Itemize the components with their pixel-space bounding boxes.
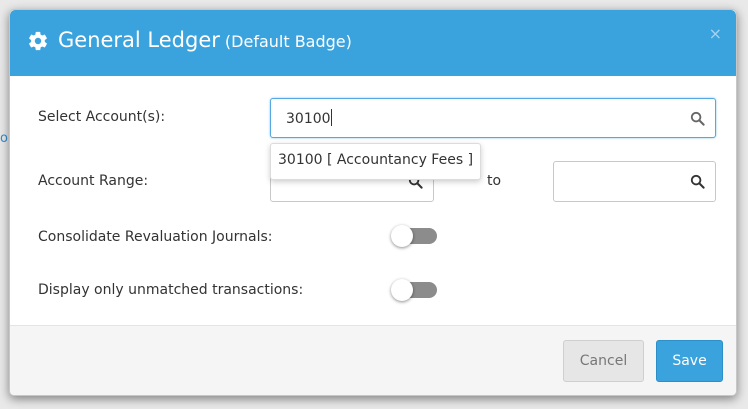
autocomplete-option[interactable]: 30100 [ Accountancy Fees ] [270,143,482,180]
dialog-title: General Ledger (Default Badge) [58,28,352,52]
dialog-subtitle: (Default Badge) [224,32,352,51]
toggle-knob [391,279,413,301]
select-accounts-value: 30100 [286,111,331,127]
save-button[interactable]: Save [656,340,723,382]
account-range-to-input[interactable] [553,161,716,202]
cancel-button[interactable]: Cancel [563,340,644,382]
close-icon[interactable]: × [709,26,722,42]
consolidate-revaluation-toggle[interactable] [391,225,437,247]
background-partial-text: o [0,131,8,146]
toggle-knob [391,225,413,247]
account-range-label: Account Range: [38,173,149,189]
gear-icon [29,31,47,51]
select-accounts-input[interactable]: 30100 [270,98,716,138]
range-to-label: to [487,173,502,189]
dialog-header: General Ledger (Default Badge) × [10,10,736,76]
text-caret [330,109,332,126]
search-icon[interactable] [690,174,705,189]
unmatched-transactions-toggle[interactable] [391,279,437,301]
dialog-title-text: General Ledger [58,28,220,52]
unmatched-transactions-label: Display only unmatched transactions: [38,282,304,298]
general-ledger-dialog: General Ledger (Default Badge) × Select A… [9,9,737,396]
select-accounts-label: Select Account(s): [38,109,166,125]
consolidate-revaluation-label: Consolidate Revaluation Journals: [38,229,273,245]
search-icon[interactable] [690,111,705,126]
